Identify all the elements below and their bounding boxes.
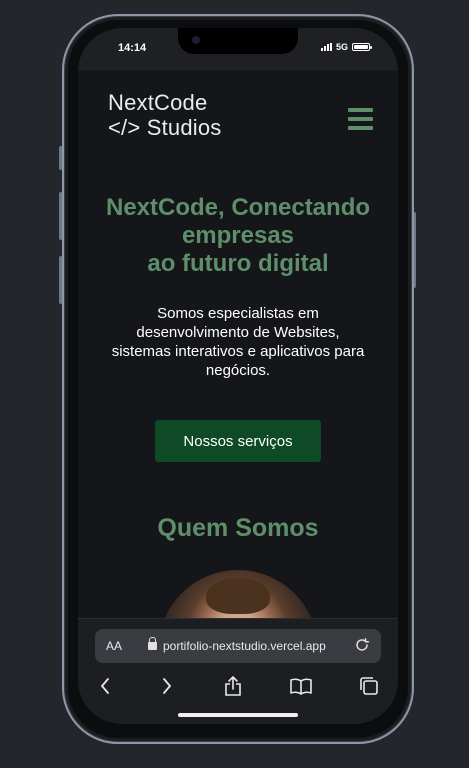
- dynamic-island: [178, 28, 298, 54]
- reload-icon[interactable]: [354, 637, 370, 653]
- hero-title-line-3: ao futuro digital: [147, 250, 329, 277]
- network-label: 5G: [335, 42, 348, 52]
- nextcode-logo[interactable]: NextCode </> Studios: [108, 90, 222, 140]
- tabs-icon: [360, 677, 378, 695]
- hero-title-line-2: empresas: [181, 222, 295, 249]
- book-icon: [290, 678, 312, 695]
- home-indicator: [178, 713, 298, 717]
- tabs-button[interactable]: [354, 671, 384, 701]
- hero-description: Somos especialistas em desenvolvimento d…: [111, 305, 365, 379]
- forward-button[interactable]: [152, 671, 182, 701]
- status-time: 14:14: [118, 42, 147, 54]
- logo-line-2: </> Studios: [108, 115, 222, 140]
- logo-line-1: NextCode: [108, 90, 208, 115]
- hero-title-line-1: NextCode, Conectando: [105, 194, 371, 221]
- chevron-left-icon: [100, 678, 109, 694]
- team-member-photo: [158, 570, 318, 618]
- share-icon: [225, 675, 241, 696]
- hero-title: NextCode, Conectando empresas ao futuro …: [78, 194, 398, 278]
- lock-icon: [148, 637, 157, 650]
- battery-icon: [352, 43, 372, 51]
- web-page: NextCode </> Studios NextCode, Conectand…: [78, 70, 398, 618]
- browser-nav-row: [78, 671, 398, 701]
- status-icons: 5G: [320, 42, 372, 52]
- front-camera-icon: [192, 36, 200, 44]
- safari-toolbar: AA portifolio-nextstudio.vercel.app: [78, 618, 398, 724]
- back-button[interactable]: [90, 671, 120, 701]
- about-section-title: Quem Somos: [157, 514, 319, 542]
- phone-screen: 14:14 5G NextCode </> Studios NextCode, …: [78, 28, 398, 724]
- chevron-right-icon: [163, 678, 172, 694]
- status-bar: 14:14 5G: [78, 28, 398, 70]
- bookmarks-button[interactable]: [286, 671, 316, 701]
- reader-settings-button[interactable]: AA: [106, 639, 122, 653]
- signal-icon: [320, 43, 332, 51]
- share-button[interactable]: [218, 671, 248, 701]
- hamburger-menu-icon[interactable]: [348, 108, 373, 130]
- services-button[interactable]: Nossos serviços: [155, 420, 321, 462]
- address-bar[interactable]: AA portifolio-nextstudio.vercel.app: [95, 629, 381, 663]
- url-text: portifolio-nextstudio.vercel.app: [163, 639, 326, 653]
